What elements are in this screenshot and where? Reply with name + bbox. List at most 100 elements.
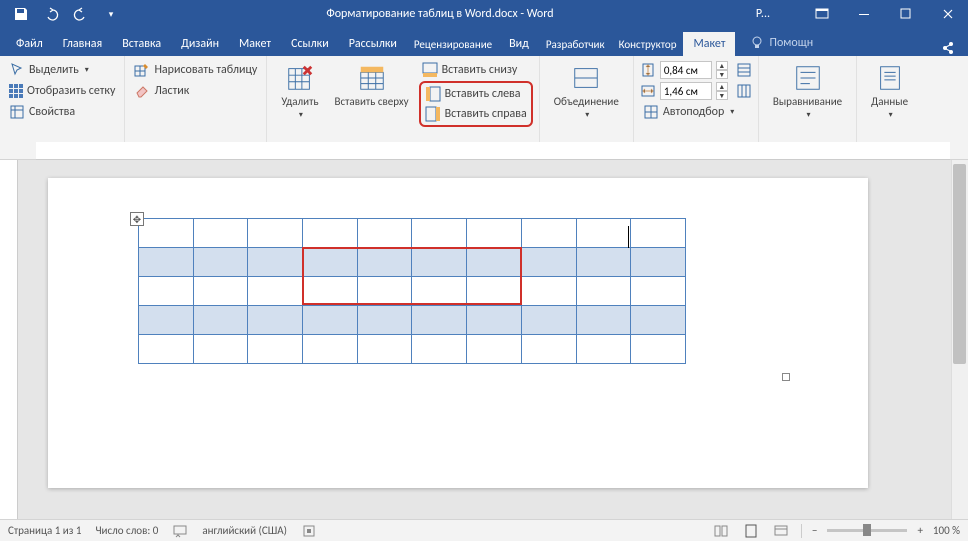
table-cell[interactable]: [248, 219, 303, 248]
delete-button[interactable]: Удалить▾: [273, 60, 326, 141]
table-cell[interactable]: [357, 277, 412, 306]
select-button[interactable]: Выделить▾: [6, 60, 118, 80]
properties-button[interactable]: Свойства: [6, 102, 118, 122]
width-down-button[interactable]: ▼: [716, 91, 728, 100]
table-cell[interactable]: [303, 306, 358, 335]
spellcheck-icon[interactable]: [172, 523, 188, 539]
table-cell[interactable]: [467, 277, 522, 306]
close-button[interactable]: [928, 0, 968, 28]
status-page[interactable]: Страница 1 из 1: [8, 524, 81, 537]
height-down-button[interactable]: ▼: [716, 70, 728, 79]
table-cell[interactable]: [412, 219, 467, 248]
account-label[interactable]: Р...: [756, 7, 770, 21]
table-cell[interactable]: [576, 219, 631, 248]
table-cell[interactable]: [467, 306, 522, 335]
document-viewport[interactable]: ✥: [18, 160, 968, 519]
status-words[interactable]: Число слов: 0: [95, 524, 158, 537]
tab-table-layout[interactable]: Макет: [683, 32, 735, 56]
table-cell[interactable]: [576, 306, 631, 335]
table-cell[interactable]: [357, 306, 412, 335]
maximize-button[interactable]: [886, 0, 926, 28]
table-cell[interactable]: [193, 335, 248, 364]
vertical-ruler[interactable]: [0, 160, 18, 519]
table-resize-handle[interactable]: [782, 373, 790, 381]
table-cell[interactable]: [631, 335, 686, 364]
height-up-button[interactable]: ▲: [716, 61, 728, 70]
tab-table-design[interactable]: Конструктор: [612, 33, 684, 56]
table-cell[interactable]: [139, 219, 194, 248]
save-button[interactable]: [8, 1, 34, 27]
zoom-in-button[interactable]: +: [917, 524, 922, 537]
tab-references[interactable]: Ссылки: [281, 32, 339, 56]
table-cell[interactable]: [412, 248, 467, 277]
undo-button[interactable]: [38, 1, 64, 27]
merge-button[interactable]: Объединение▾: [546, 60, 627, 141]
table-cell[interactable]: [467, 219, 522, 248]
table-cell[interactable]: [576, 335, 631, 364]
table-cell[interactable]: [303, 335, 358, 364]
table-cell[interactable]: [631, 248, 686, 277]
tab-file[interactable]: Файл: [6, 32, 53, 56]
share-button[interactable]: [940, 40, 956, 56]
minimize-button[interactable]: [844, 0, 884, 28]
table-cell[interactable]: [521, 219, 576, 248]
col-width-input[interactable]: [660, 82, 712, 100]
tell-me[interactable]: Помощн: [741, 30, 821, 56]
insert-left-button[interactable]: Вставить слева: [422, 84, 530, 104]
table-cell[interactable]: [139, 306, 194, 335]
table-cell[interactable]: [193, 219, 248, 248]
tab-developer[interactable]: Разработчик: [539, 33, 612, 56]
redo-button[interactable]: [68, 1, 94, 27]
table-cell[interactable]: [521, 335, 576, 364]
scrollbar-thumb[interactable]: [953, 164, 966, 364]
row-height-field[interactable]: ▲▼: [640, 60, 752, 80]
table-cell[interactable]: [412, 277, 467, 306]
alignment-button[interactable]: Выравнивание▾: [765, 60, 850, 141]
data-button[interactable]: Данные▾: [863, 60, 916, 141]
horizontal-ruler[interactable]: [36, 142, 950, 160]
vertical-scrollbar[interactable]: [951, 160, 968, 519]
table-move-handle[interactable]: ✥: [130, 212, 144, 226]
zoom-slider[interactable]: [827, 529, 907, 532]
tab-review[interactable]: Рецензирование: [407, 33, 499, 56]
table-cell[interactable]: [521, 306, 576, 335]
table-cell[interactable]: [303, 277, 358, 306]
table-cell[interactable]: [631, 219, 686, 248]
tab-home[interactable]: Главная: [53, 32, 112, 56]
table-cell[interactable]: [248, 248, 303, 277]
table-cell[interactable]: [139, 335, 194, 364]
document-table[interactable]: [138, 218, 686, 364]
tab-layout[interactable]: Макет: [229, 32, 281, 56]
draw-table-button[interactable]: Нарисовать таблицу: [131, 60, 260, 80]
table-cell[interactable]: [193, 277, 248, 306]
table-cell[interactable]: [412, 306, 467, 335]
width-up-button[interactable]: ▲: [716, 82, 728, 91]
table-cell[interactable]: [521, 277, 576, 306]
ribbon-options-button[interactable]: [802, 0, 842, 28]
table-cell[interactable]: [576, 277, 631, 306]
table-cell[interactable]: [248, 277, 303, 306]
table-cell[interactable]: [357, 335, 412, 364]
page[interactable]: ✥: [48, 178, 868, 488]
view-print-button[interactable]: [741, 523, 761, 539]
autofit-button[interactable]: Автоподбор▾: [640, 102, 752, 122]
zoom-out-button[interactable]: −: [812, 524, 817, 537]
tab-view[interactable]: Вид: [499, 32, 539, 56]
tab-design[interactable]: Дизайн: [171, 32, 229, 56]
table-cell[interactable]: [303, 219, 358, 248]
table-cell[interactable]: [357, 248, 412, 277]
table-cell[interactable]: [631, 277, 686, 306]
table-cell[interactable]: [576, 248, 631, 277]
tab-mailings[interactable]: Рассылки: [339, 32, 407, 56]
zoom-thumb[interactable]: [863, 524, 871, 536]
table-cell[interactable]: [248, 335, 303, 364]
insert-above-button[interactable]: Вставить сверху: [327, 60, 417, 141]
tab-insert[interactable]: Вставка: [112, 32, 171, 56]
table-cell[interactable]: [303, 248, 358, 277]
table-cell[interactable]: [467, 248, 522, 277]
table-cell[interactable]: [193, 248, 248, 277]
table-cell[interactable]: [193, 306, 248, 335]
table-cell[interactable]: [412, 335, 467, 364]
qat-customize-button[interactable]: ▾: [98, 1, 124, 27]
col-width-field[interactable]: ▲▼: [640, 81, 752, 101]
